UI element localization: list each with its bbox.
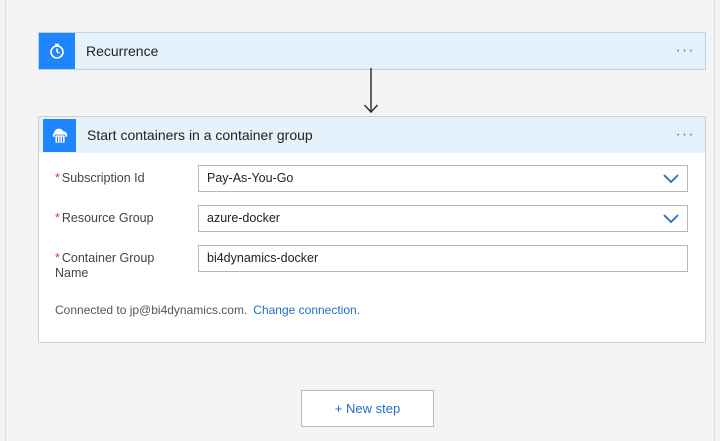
container-group-name-value: bi4dynamics-docker bbox=[207, 251, 319, 265]
recurrence-step-card[interactable]: Recurrence ··· bbox=[38, 32, 706, 70]
recurrence-more-options-button[interactable]: ··· bbox=[665, 33, 705, 69]
container-instance-icon bbox=[43, 118, 76, 152]
container-group-name-label: * Container Group Name bbox=[55, 251, 155, 280]
container-group-name-input[interactable]: bi4dynamics-docker bbox=[198, 245, 688, 272]
start-containers-step-title: Start containers in a container group bbox=[87, 127, 313, 143]
chevron-down-icon bbox=[663, 174, 679, 184]
resource-group-dropdown[interactable]: azure-docker bbox=[198, 205, 688, 232]
change-connection-link[interactable]: Change connection. bbox=[253, 303, 360, 317]
resource-group-value: azure-docker bbox=[207, 211, 280, 225]
new-step-button[interactable]: + New step bbox=[301, 390, 434, 427]
connection-info: Connected to jp@bi4dynamics.com. Change c… bbox=[55, 303, 360, 317]
required-marker: * bbox=[55, 171, 60, 185]
required-marker: * bbox=[55, 211, 60, 225]
chevron-down-icon bbox=[663, 214, 679, 224]
subscription-id-value: Pay-As-You-Go bbox=[207, 171, 294, 185]
subscription-id-label: * Subscription Id bbox=[55, 171, 145, 185]
start-containers-more-options-button[interactable]: ··· bbox=[665, 117, 705, 153]
resource-group-label: * Resource Group bbox=[55, 211, 154, 225]
required-marker: * bbox=[55, 251, 60, 265]
stopwatch-icon bbox=[39, 33, 75, 69]
start-containers-step-card: Start containers in a container group ··… bbox=[38, 116, 706, 343]
recurrence-step-title: Recurrence bbox=[86, 43, 159, 59]
start-containers-step-header[interactable]: Start containers in a container group ··… bbox=[39, 117, 705, 153]
recurrence-step-header[interactable]: Recurrence ··· bbox=[39, 33, 705, 69]
subscription-id-dropdown[interactable]: Pay-As-You-Go bbox=[198, 165, 688, 192]
connection-text: Connected to jp@bi4dynamics.com. bbox=[55, 303, 248, 317]
down-arrow-icon bbox=[364, 68, 378, 114]
designer-canvas: Recurrence ··· Start containers in a con… bbox=[5, 0, 715, 441]
